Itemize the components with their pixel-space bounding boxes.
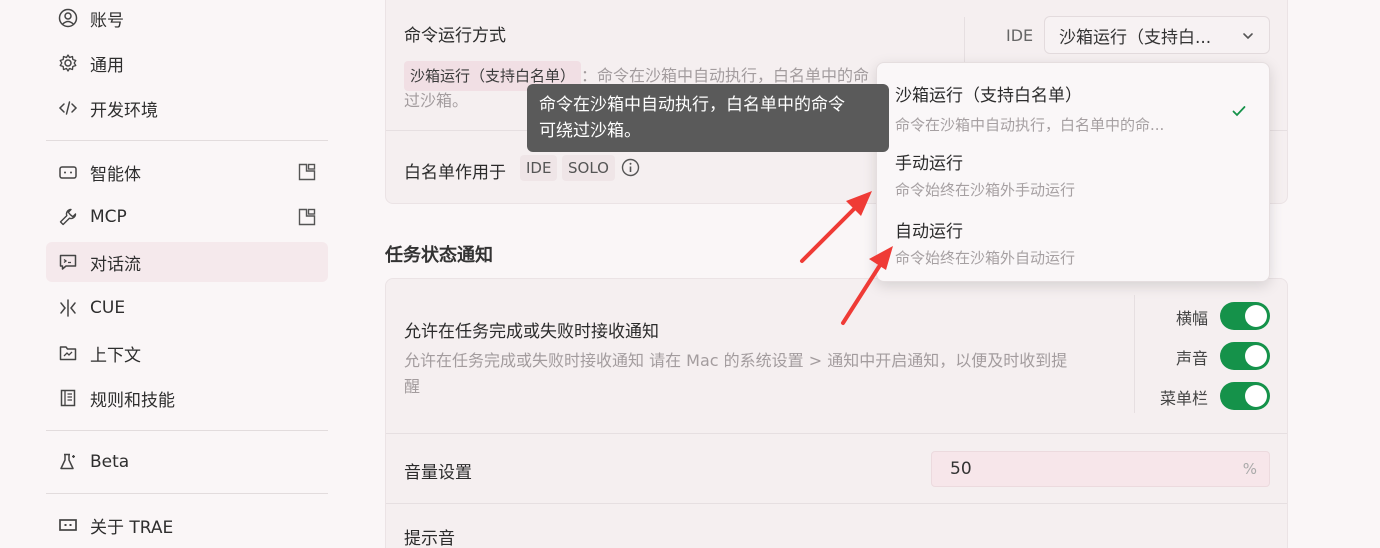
banner-toggle[interactable] bbox=[1220, 302, 1270, 330]
toggle-label-banner: 横幅 bbox=[1175, 309, 1208, 328]
flask-icon bbox=[58, 452, 78, 472]
option-description: 命令在沙箱中自动执行，白名单中的命... bbox=[895, 116, 1165, 134]
command-mode-dropdown: 沙箱运行（支持白名单） 命令在沙箱中自动执行，白名单中的命... 手动运行 命令… bbox=[876, 62, 1270, 282]
sidebar-divider bbox=[46, 493, 328, 494]
option-title: 手动运行 bbox=[895, 154, 963, 174]
user-icon bbox=[58, 8, 78, 28]
sidebar-item-context[interactable]: 上下文 bbox=[46, 333, 328, 373]
sound-toggle[interactable] bbox=[1220, 342, 1270, 370]
whitelist-scope-title: 白名单作用于 bbox=[404, 163, 506, 183]
sidebar-item-account[interactable]: 账号 bbox=[46, 0, 328, 38]
dropdown-option-sandbox[interactable]: 沙箱运行（支持白名单） 命令在沙箱中自动执行，白名单中的命... bbox=[877, 69, 1269, 135]
chevron-down-icon bbox=[1243, 33, 1253, 40]
sidebar-item-label: 账号 bbox=[90, 10, 124, 31]
sidebar-item-mcp[interactable]: MCP bbox=[46, 197, 328, 237]
book-icon bbox=[58, 388, 78, 408]
tooltip: 命令在沙箱中自动执行，白名单中的命令 可绕过沙箱。 bbox=[527, 84, 889, 152]
sound-label: 提示音 bbox=[404, 529, 455, 548]
sidebar-item-agents[interactable]: 智能体 bbox=[46, 152, 328, 192]
info-icon[interactable] bbox=[621, 158, 640, 177]
ide-label: IDE bbox=[1006, 26, 1034, 45]
option-title: 沙箱运行（支持白名单） bbox=[895, 86, 1082, 106]
sidebar-item-cue[interactable]: CUE bbox=[46, 288, 328, 328]
command-mode-description-2: 过沙箱。 bbox=[404, 91, 469, 110]
sidebar-item-rules-skills[interactable]: 规则和技能 bbox=[46, 378, 328, 418]
volume-input[interactable]: 50 % bbox=[931, 451, 1270, 487]
option-description: 命令始终在沙箱外自动运行 bbox=[895, 249, 1076, 267]
sidebar-divider bbox=[46, 430, 328, 431]
sidebar-item-label: Beta bbox=[90, 452, 130, 472]
toggle-label-menubar: 菜单栏 bbox=[1159, 389, 1208, 408]
sidebar-divider bbox=[46, 140, 328, 141]
notification-description: 允许在任务完成或失败时接收通知 请在 Mac 的系统设置 > 通知中开启通知，以… bbox=[404, 351, 1068, 370]
command-mode-select[interactable]: 沙箱运行（支持白... bbox=[1044, 16, 1270, 54]
external-panel-icon[interactable] bbox=[298, 163, 316, 181]
sidebar-item-label: MCP bbox=[90, 207, 127, 227]
option-description: 命令始终在沙箱外手动运行 bbox=[895, 181, 1076, 199]
sidebar: 账号 通用 开发环境 智能体 MCP 对话流 CUE 上下文 规则和技能 Bet… bbox=[0, 0, 340, 548]
external-panel-icon[interactable] bbox=[298, 208, 316, 226]
code-icon bbox=[58, 98, 78, 118]
task-notification-section-title: 任务状态通知 bbox=[385, 245, 493, 266]
sidebar-item-label: 开发环境 bbox=[90, 100, 158, 121]
sidebar-item-beta[interactable]: Beta bbox=[46, 442, 328, 482]
cue-icon bbox=[58, 298, 78, 318]
dropdown-option-manual[interactable]: 手动运行 命令始终在沙箱外手动运行 bbox=[877, 137, 1269, 203]
whitelist-tag-ide: IDE bbox=[520, 155, 558, 181]
command-mode-select-value: 沙箱运行（支持白... bbox=[1059, 27, 1212, 48]
column-divider bbox=[1134, 295, 1135, 413]
tooltip-line: 可绕过沙箱。 bbox=[539, 121, 641, 141]
sidebar-item-label: 关于 TRAE bbox=[90, 517, 174, 538]
sidebar-item-conversation-flow[interactable]: 对话流 bbox=[46, 242, 328, 282]
row-divider bbox=[386, 433, 1287, 434]
wrench-icon bbox=[58, 207, 78, 227]
check-icon bbox=[1232, 106, 1246, 117]
sidebar-item-about[interactable]: 关于 TRAE bbox=[46, 505, 328, 545]
sidebar-item-label: 通用 bbox=[90, 55, 124, 76]
sidebar-item-label: 智能体 bbox=[90, 164, 141, 185]
command-mode-title: 命令运行方式 bbox=[404, 26, 506, 46]
notification-title: 允许在任务完成或失败时接收通知 bbox=[404, 322, 659, 342]
trae-icon bbox=[58, 515, 78, 535]
menubar-toggle[interactable] bbox=[1220, 382, 1270, 410]
toggle-label-sound: 声音 bbox=[1175, 349, 1208, 368]
option-title: 自动运行 bbox=[895, 222, 963, 242]
gear-icon bbox=[58, 53, 78, 73]
chat-icon bbox=[58, 252, 78, 272]
whitelist-tag-solo: SOLO bbox=[562, 155, 615, 181]
sidebar-item-general[interactable]: 通用 bbox=[46, 43, 328, 83]
tooltip-line: 命令在沙箱中自动执行，白名单中的命令 bbox=[539, 95, 845, 115]
volume-label: 音量设置 bbox=[404, 463, 472, 483]
sidebar-item-label: 对话流 bbox=[90, 254, 141, 275]
row-divider bbox=[386, 503, 1287, 504]
volume-value: 50 bbox=[950, 459, 972, 479]
sidebar-item-label: CUE bbox=[90, 298, 126, 318]
sidebar-item-dev-env[interactable]: 开发环境 bbox=[46, 88, 328, 128]
bot-icon bbox=[58, 162, 78, 182]
notification-description-2: 醒 bbox=[404, 377, 421, 396]
sidebar-item-label: 上下文 bbox=[90, 345, 141, 366]
volume-unit: % bbox=[1242, 460, 1257, 478]
sidebar-item-label: 规则和技能 bbox=[90, 390, 175, 411]
dropdown-option-auto[interactable]: 自动运行 命令始终在沙箱外自动运行 bbox=[877, 205, 1269, 271]
folder-icon bbox=[58, 343, 78, 363]
